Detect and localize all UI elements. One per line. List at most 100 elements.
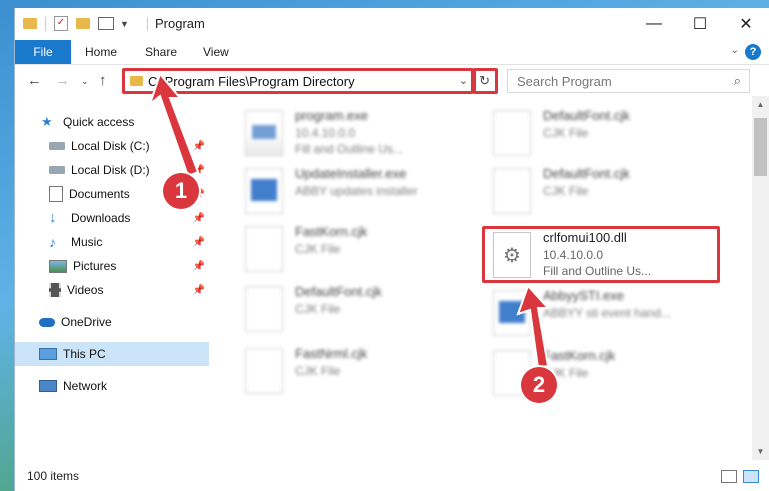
sidebar-item-quick-access[interactable]: ★ Quick access [15, 110, 209, 134]
up-arrow-icon[interactable]: ↑ [99, 72, 107, 89]
details-view-icon[interactable] [721, 470, 737, 483]
sidebar-item-label: This PC [63, 347, 106, 361]
status-bar: 100 items [15, 461, 769, 491]
sidebar-item-label: Local Disk (D:) [71, 163, 150, 177]
file-name: AbbyySTI.exe [543, 288, 624, 303]
file-tile[interactable]: UpdateInstaller.exe ABBY updates install… [237, 162, 477, 220]
sidebar-item-label: Videos [67, 283, 104, 297]
file-type: CJK File [543, 184, 589, 198]
sidebar-item-label: Pictures [73, 259, 117, 273]
scroll-thumb[interactable] [754, 118, 767, 176]
file-name: UpdateInstaller.exe [295, 166, 407, 181]
title-bar: ✓ ▼ Program — ☐ ✕ [15, 8, 769, 40]
sidebar-item-pictures[interactable]: Pictures 📌 [15, 254, 209, 278]
drive-icon [49, 142, 65, 150]
minimize-button[interactable]: — [631, 8, 677, 40]
close-icon: ✕ [739, 16, 753, 33]
separator [45, 16, 46, 31]
sidebar-item-local-disk-c[interactable]: Local Disk (C:) 📌 [15, 134, 209, 158]
customize-dropdown-icon[interactable]: ▼ [120, 19, 129, 29]
scroll-up-icon[interactable]: ▲ [752, 100, 769, 109]
back-arrow-icon[interactable]: ← [27, 72, 42, 89]
download-arrow-icon: ↓ [49, 209, 57, 226]
blank-file-icon [493, 168, 531, 214]
file-name: DefaultFont.cjk [295, 284, 382, 299]
sidebar-item-videos[interactable]: Videos 📌 [15, 278, 209, 302]
documents-icon [49, 186, 63, 202]
file-name: program.exe [295, 108, 368, 123]
navigation-pane: ★ Quick access Local Disk (C:) 📌 Local D… [15, 104, 209, 466]
properties-check-icon[interactable]: ✓ [54, 16, 68, 31]
sidebar-item-label: Documents [69, 187, 130, 201]
monitor-icon [39, 348, 57, 360]
app-window-icon [245, 168, 283, 214]
file-tile[interactable]: FastNrml.cjk CJK File [237, 342, 477, 400]
step-2-badge: 2 [521, 367, 557, 403]
file-tile[interactable]: DefaultFont.cjk CJK File [485, 162, 725, 220]
maximize-icon: ☐ [692, 16, 708, 33]
forward-arrow-icon[interactable]: → [55, 72, 70, 89]
file-tile[interactable]: FastKorn.cjk CJK File [237, 220, 477, 278]
close-button[interactable]: ✕ [723, 8, 769, 40]
pin-icon: 📌 [192, 164, 205, 176]
quick-access-toolbar: ✓ ▼ [23, 16, 129, 31]
file-tile[interactable]: DefaultFont.cjk CJK File [485, 104, 725, 162]
file-name: DefaultFont.cjk [543, 108, 630, 123]
sidebar-item-label: Local Disk (C:) [71, 139, 150, 153]
pin-icon: 📌 [192, 140, 205, 152]
file-name: DefaultFont.cjk [543, 166, 630, 181]
file-name: FastNrml.cjk [295, 346, 368, 361]
refresh-highlight [473, 68, 498, 94]
tab-home[interactable]: Home [85, 40, 117, 64]
search-placeholder: Search Program [517, 74, 612, 89]
pin-icon: 📌 [192, 212, 205, 224]
cloud-icon [39, 317, 55, 327]
sidebar-item-music[interactable]: ♪ Music 📌 [15, 230, 209, 254]
file-tile[interactable]: DefaultFont.cjk CJK File [237, 280, 477, 338]
pin-icon: 📌 [192, 284, 205, 296]
file-name: FastKorn.cjk [295, 224, 368, 239]
folder-icon[interactable] [23, 18, 37, 29]
sidebar-item-label: Music [71, 235, 103, 249]
large-icons-view-icon[interactable] [743, 470, 759, 483]
tab-file[interactable]: File [15, 40, 71, 64]
window-title: Program [155, 16, 205, 31]
scroll-down-icon[interactable]: ▼ [752, 447, 769, 456]
pictures-icon [49, 259, 67, 273]
sidebar-item-onedrive[interactable]: OneDrive [15, 310, 209, 334]
file-tile[interactable]: FastKorn.cjk CJK File [485, 344, 725, 402]
help-icon[interactable]: ? [745, 44, 761, 60]
new-folder-icon[interactable] [76, 18, 90, 29]
address-highlight [122, 68, 474, 94]
tab-share[interactable]: Share [145, 40, 177, 64]
tab-view[interactable]: View [203, 40, 229, 64]
title-separator [147, 17, 148, 31]
ribbon-tabs: File Home Share View ⌄ ? [15, 40, 769, 65]
file-tile[interactable]: program.exe 10.4.10.0.0 Fill and Outline… [237, 104, 477, 162]
sidebar-item-downloads[interactable]: ↓ Downloads 📌 [15, 206, 209, 230]
file-type: CJK File [295, 242, 341, 256]
network-icon [39, 380, 57, 392]
expand-ribbon-icon[interactable]: ⌄ [731, 45, 739, 56]
recent-locations-chevron-icon[interactable]: ⌄ [81, 76, 89, 87]
vertical-scrollbar[interactable]: ▲ ▼ [752, 96, 769, 460]
maximize-button[interactable]: ☐ [677, 8, 723, 40]
file-tile[interactable]: AbbyySTI.exe ABBYY sti event hand... [485, 284, 725, 342]
dll-highlight [482, 226, 720, 283]
minimize-icon: — [646, 15, 662, 32]
file-version: 10.4.10.0.0 [295, 126, 356, 140]
file-type: CJK File [295, 302, 341, 316]
explorer-window: ✓ ▼ Program — ☐ ✕ File Home Share View ⌄… [14, 8, 769, 491]
view-options-icon[interactable] [98, 17, 114, 30]
file-description: ABBY updates installer [295, 184, 418, 198]
search-input[interactable]: Search Program ⌕ [507, 69, 750, 93]
star-icon: ★ [41, 114, 53, 129]
sidebar-item-label: OneDrive [61, 315, 112, 329]
search-icon: ⌕ [733, 73, 741, 88]
sidebar-item-label: Quick access [63, 115, 135, 129]
blank-file-icon [493, 110, 531, 156]
sidebar-item-this-pc[interactable]: This PC [15, 342, 209, 366]
sidebar-item-network[interactable]: Network [15, 374, 209, 398]
blank-file-icon [245, 226, 283, 272]
file-name: FastKorn.cjk [543, 348, 616, 363]
